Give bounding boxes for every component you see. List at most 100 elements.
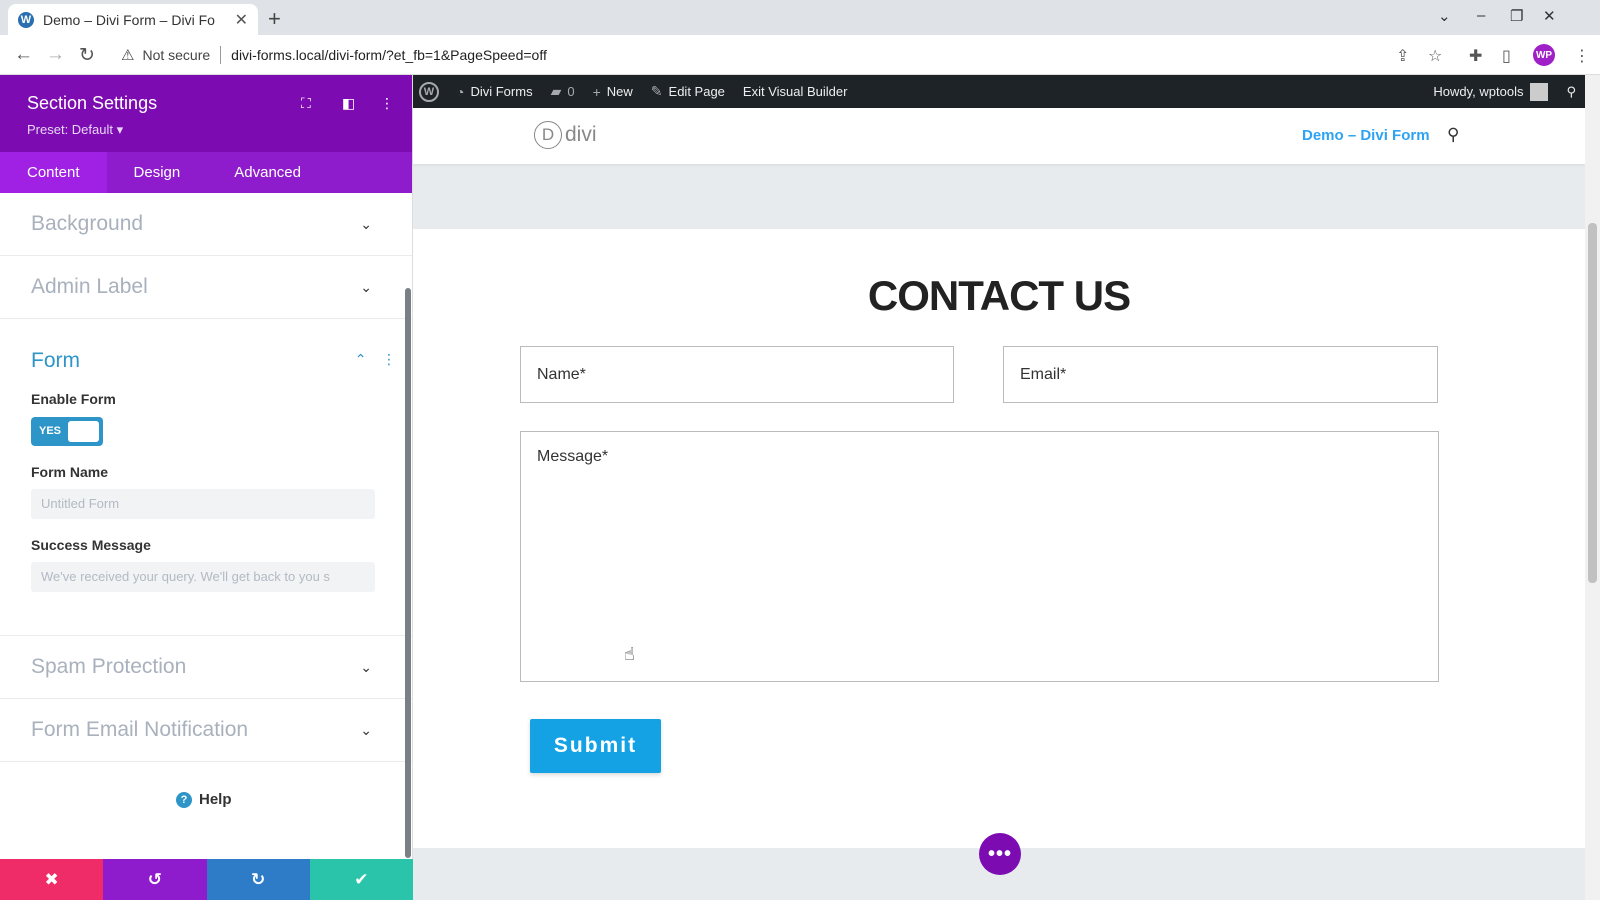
page-scrollbar[interactable] xyxy=(1585,75,1600,900)
chevron-down-icon: ⌄ xyxy=(360,278,372,295)
form-name-input[interactable]: Untitled Form xyxy=(31,489,375,519)
nav-item-demo-form[interactable]: Demo – Divi Form xyxy=(1302,127,1430,144)
site-search-icon[interactable]: ⚲ xyxy=(1447,125,1459,145)
admin-search-icon[interactable]: ⚲ xyxy=(1557,84,1585,100)
save-button[interactable]: ✔ xyxy=(309,859,413,900)
spam-protection-toggle[interactable]: Spam Protection ⌄ xyxy=(0,636,412,699)
omnibox[interactable]: ⚠ Not secure divi-forms.local/divi-form/… xyxy=(113,40,1453,70)
howdy-account-link[interactable]: Howdy, wptools xyxy=(1424,82,1557,101)
admin-label-label: Admin Label xyxy=(31,275,148,298)
exit-visual-builder-link[interactable]: Exit Visual Builder xyxy=(734,84,857,99)
side-panel-icon[interactable]: ▯ xyxy=(1502,46,1511,66)
form-section-controls: ⌃ ⋮ xyxy=(355,351,396,368)
tab-design[interactable]: Design xyxy=(107,152,208,193)
panel-more-icon[interactable]: ⋮ xyxy=(380,95,394,112)
grey-section-band xyxy=(413,164,1585,229)
divi-logo[interactable]: D divi xyxy=(534,121,597,149)
email-field[interactable]: Email* xyxy=(1003,346,1438,403)
site-preview: D divi Demo – Divi Form ⚲ CONTACT US Nam… xyxy=(413,108,1585,900)
background-toggle[interactable]: Background ⌄ xyxy=(0,193,412,256)
admin-label-toggle[interactable]: Admin Label ⌄ xyxy=(0,256,412,319)
admin-site-link[interactable]: ◔ Divi Forms xyxy=(447,84,542,100)
help-icon: ? xyxy=(176,791,192,808)
reload-icon[interactable]: ↻ xyxy=(79,44,95,67)
not-secure-label[interactable]: Not secure xyxy=(142,47,210,63)
divi-logo-text: divi xyxy=(565,123,597,146)
warning-icon[interactable]: ⚠ xyxy=(121,46,134,64)
enable-form-label: Enable Form xyxy=(31,391,116,407)
new-tab-icon[interactable]: + xyxy=(268,6,281,32)
background-label: Background xyxy=(31,212,144,235)
plus-icon: + xyxy=(592,83,601,100)
builder-options-button[interactable]: ••• xyxy=(979,833,1021,875)
profile-avatar[interactable]: WP xyxy=(1533,44,1555,66)
help-link[interactable]: ? Help xyxy=(176,791,232,808)
bookmark-star-icon[interactable]: ☆ xyxy=(1428,46,1442,66)
site-header: D divi Demo – Divi Form ⚲ xyxy=(413,108,1585,164)
contact-heading: CONTACT US xyxy=(867,272,1131,319)
tab-advanced[interactable]: Advanced xyxy=(207,152,328,193)
user-avatar xyxy=(1530,82,1549,101)
forward-icon[interactable]: → xyxy=(46,44,65,66)
undo-button[interactable]: ↺ xyxy=(103,859,207,900)
admin-bar-right: Howdy, wptools ⚲ xyxy=(1424,82,1585,101)
success-message-label: Success Message xyxy=(31,537,151,553)
comment-icon: ▰ xyxy=(550,83,562,99)
preset-dropdown[interactable]: Preset: Default ▾ xyxy=(27,122,385,138)
form-settings-section: Form ⌃ ⋮ Enable Form YES Form Name Untit… xyxy=(0,319,412,636)
admin-edit-page-link[interactable]: ✎ Edit Page xyxy=(642,83,734,100)
panel-action-bar: ✖ ↺ ↻ ✔ xyxy=(0,859,413,900)
minimize-icon[interactable]: – xyxy=(1477,7,1485,24)
wp-admin-bar: W ◔ Divi Forms ▰ 0 + New ✎ Edit Page Exi… xyxy=(413,75,1585,108)
browser-tabstrip: W Demo – Divi Form – Divi Fo ✕ + ⌄ – ❐ ✕ xyxy=(0,0,1600,35)
panel-scrollbar[interactable] xyxy=(405,288,411,858)
panel-title: Section Settings xyxy=(27,93,158,113)
chevron-up-icon[interactable]: ⌃ xyxy=(355,351,367,367)
toggle-knob xyxy=(68,421,99,442)
back-icon[interactable]: ← xyxy=(14,44,33,66)
toggle-state-text: YES xyxy=(39,425,62,437)
split-view-icon[interactable]: ◧ xyxy=(342,95,355,112)
close-window-icon[interactable]: ✕ xyxy=(1543,7,1556,25)
form-section-title[interactable]: Form xyxy=(31,349,381,373)
address-bar: ← → ↻ ⚠ Not secure divi-forms.local/divi… xyxy=(0,35,1600,75)
tab-content[interactable]: Content xyxy=(0,152,107,193)
spam-protection-label: Spam Protection xyxy=(31,655,187,678)
tab-search-icon[interactable]: ⌄ xyxy=(1438,7,1451,25)
divi-logo-mark: D xyxy=(534,121,562,149)
email-notification-toggle[interactable]: Form Email Notification ⌄ xyxy=(0,699,412,762)
success-message-input[interactable]: We've received your query. We'll get bac… xyxy=(31,562,375,592)
section-settings-panel: Section Settings Preset: Default ▾ ⛶ ◧ ⋮… xyxy=(0,75,413,900)
omnibox-divider xyxy=(220,46,222,64)
wordpress-logo-icon[interactable]: W xyxy=(419,81,439,102)
name-field[interactable]: Name* xyxy=(520,346,954,403)
chevron-down-icon: ⌄ xyxy=(360,215,372,232)
undo-icon: ↺ xyxy=(147,869,162,889)
message-field[interactable]: Message* xyxy=(520,431,1439,682)
close-icon: ✖ xyxy=(44,869,59,889)
browser-tab[interactable]: W Demo – Divi Form – Divi Fo ✕ xyxy=(8,4,258,35)
admin-comments-link[interactable]: ▰ 0 xyxy=(542,83,584,100)
share-icon[interactable]: ⇪ xyxy=(1396,46,1409,66)
section-more-icon[interactable]: ⋮ xyxy=(382,351,396,367)
restore-icon[interactable]: ❐ xyxy=(1510,7,1523,25)
panel-header: Section Settings Preset: Default ▾ ⛶ ◧ ⋮ xyxy=(0,75,412,152)
chevron-down-icon: ⌄ xyxy=(360,658,372,675)
settings-tabs: Content Design Advanced xyxy=(0,152,412,193)
howdy-label: Howdy, wptools xyxy=(1433,84,1524,99)
checkmark-icon: ✔ xyxy=(354,869,369,889)
redo-button[interactable]: ↻ xyxy=(206,859,310,900)
ellipsis-icon: ••• xyxy=(987,842,1012,865)
enable-form-toggle[interactable]: YES xyxy=(31,417,103,446)
submit-button[interactable]: Submit xyxy=(530,719,661,773)
form-name-label: Form Name xyxy=(31,464,109,480)
close-tab-icon[interactable]: ✕ xyxy=(235,10,248,30)
extensions-icon[interactable]: ✚ xyxy=(1469,46,1482,66)
cancel-button[interactable]: ✖ xyxy=(0,859,104,900)
admin-new-link[interactable]: + New xyxy=(584,84,642,100)
expand-modal-icon[interactable]: ⛶ xyxy=(301,95,311,112)
browser-menu-icon[interactable]: ⋮ xyxy=(1574,46,1590,66)
page-scroll-thumb[interactable] xyxy=(1588,223,1597,583)
url-text[interactable]: divi-forms.local/divi-form/?et_fb=1&Page… xyxy=(231,47,547,63)
admin-new-label: New xyxy=(606,84,633,99)
